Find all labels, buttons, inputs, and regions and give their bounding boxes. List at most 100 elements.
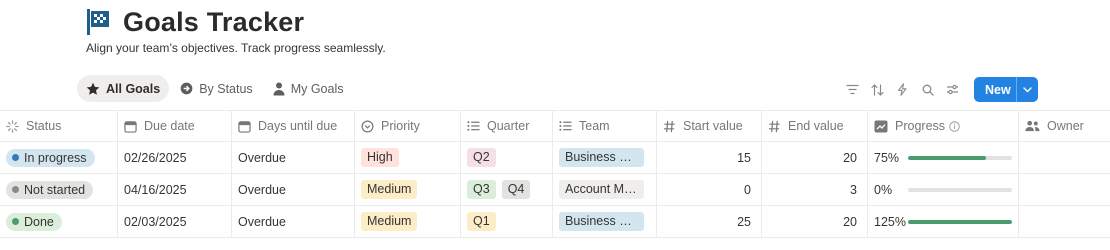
owner-cell[interactable]: [1019, 174, 1110, 205]
progress-fill: [907, 155, 986, 160]
status-spinner-icon: [6, 119, 19, 133]
goals-table: Status Due date Days until due Priority …: [0, 110, 1110, 238]
status-cell[interactable]: In progress: [0, 142, 118, 173]
end-value-cell[interactable]: 20: [762, 206, 868, 237]
start-value-cell[interactable]: 15: [657, 142, 762, 173]
priority-tag: High: [361, 148, 399, 167]
progress-bar: [907, 187, 1012, 192]
table-header: Status Due date Days until due Priority …: [0, 110, 1110, 142]
number-hash-icon: [663, 120, 675, 132]
info-icon[interactable]: [949, 120, 960, 132]
list-icon: [559, 121, 572, 131]
progress-bar: [907, 155, 1012, 160]
progress-text: 75%: [874, 150, 900, 165]
priority-cell[interactable]: Medium: [355, 206, 461, 237]
column-label: Start value: [683, 119, 743, 133]
new-button-label: New: [985, 82, 1011, 97]
quarter-cell[interactable]: Q2: [461, 142, 553, 173]
team-tag: Business Dev...: [559, 212, 644, 231]
column-label: Due date: [144, 119, 195, 133]
column-header-priority[interactable]: Priority: [355, 111, 461, 141]
days-until-due-cell[interactable]: Overdue: [232, 206, 355, 237]
page-subtitle: Align your team’s objectives. Track prog…: [86, 41, 386, 55]
column-label: Quarter: [487, 119, 530, 133]
end-value-cell[interactable]: 20: [762, 142, 868, 173]
team-cell[interactable]: Business Dev...: [553, 142, 657, 173]
quarter-cell[interactable]: Q3 Q4: [461, 174, 553, 205]
column-header-end-value[interactable]: End value: [762, 111, 868, 141]
team-cell[interactable]: Business Dev...: [553, 206, 657, 237]
status-cell[interactable]: Done: [0, 206, 118, 237]
sort-icon[interactable]: [865, 78, 890, 102]
table-row[interactable]: Done 02/03/2025 Overdue Medium Q1 Busine…: [0, 206, 1110, 238]
status-dot: [12, 154, 19, 161]
column-label: Owner: [1047, 119, 1084, 133]
calendar-icon: [124, 120, 137, 133]
page-header: Goals Tracker: [86, 4, 304, 40]
quarter-tag: Q2: [467, 148, 496, 167]
progress-cell[interactable]: 0%: [868, 174, 1019, 205]
table-row[interactable]: In progress 02/26/2025 Overdue High Q2 B…: [0, 142, 1110, 174]
progress-fill: [908, 219, 1012, 224]
days-until-due-cell[interactable]: Overdue: [232, 174, 355, 205]
column-header-days-until-due[interactable]: Days until due: [232, 111, 355, 141]
progress-text: 125%: [874, 214, 906, 229]
column-header-team[interactable]: Team: [553, 111, 657, 141]
chevron-down-icon[interactable]: [1016, 77, 1038, 102]
owner-cell[interactable]: [1019, 142, 1110, 173]
status-badge: Not started: [6, 180, 94, 199]
tab-by-status[interactable]: By Status: [171, 75, 262, 102]
status-cell[interactable]: Not started: [0, 174, 118, 205]
days-until-due-cell[interactable]: Overdue: [232, 142, 355, 173]
start-value-cell[interactable]: 0: [657, 174, 762, 205]
quarter-cell[interactable]: Q1: [461, 206, 553, 237]
end-value-cell[interactable]: 3: [762, 174, 868, 205]
column-header-owner[interactable]: Owner: [1019, 111, 1110, 141]
people-icon: [1025, 120, 1040, 132]
new-button[interactable]: New: [974, 77, 1038, 102]
tab-my-goals[interactable]: My Goals: [264, 75, 353, 102]
column-label: Priority: [381, 119, 420, 133]
column-header-quarter[interactable]: Quarter: [461, 111, 553, 141]
view-tabs: All Goals By Status My Goals: [77, 75, 354, 102]
tab-all-goals[interactable]: All Goals: [77, 75, 170, 102]
progress-cell[interactable]: 125%: [868, 206, 1019, 237]
column-header-due-date[interactable]: Due date: [118, 111, 232, 141]
column-label: Progress: [895, 119, 946, 133]
column-label: Team: [579, 119, 610, 133]
team-cell[interactable]: Account Ma...: [553, 174, 657, 205]
team-tag: Account Ma...: [559, 180, 644, 199]
tab-label: My Goals: [290, 81, 344, 96]
priority-cell[interactable]: High: [355, 142, 461, 173]
settings-sliders-icon[interactable]: [940, 78, 965, 102]
lightning-icon[interactable]: [890, 78, 915, 102]
progress-text: 0%: [874, 182, 893, 197]
start-value-cell[interactable]: 25: [657, 206, 762, 237]
calendar-icon: [238, 120, 251, 133]
person-icon: [273, 82, 285, 95]
status-dot: [12, 186, 19, 193]
column-header-progress[interactable]: Progress: [868, 111, 1019, 141]
status-label: Done: [24, 214, 54, 229]
select-circle-icon: [361, 120, 374, 132]
progress-bar: [908, 219, 1012, 224]
column-label: Days until due: [258, 119, 338, 133]
table-row[interactable]: Not started 04/16/2025 Overdue Medium Q3…: [0, 174, 1110, 206]
column-header-status[interactable]: Status: [0, 111, 118, 141]
team-tag: Business Dev...: [559, 148, 644, 167]
status-label: Not started: [24, 182, 86, 197]
chart-icon: [874, 120, 888, 132]
progress-cell[interactable]: 75%: [868, 142, 1019, 173]
column-header-start-value[interactable]: Start value: [657, 111, 762, 141]
due-date-cell[interactable]: 02/26/2025: [118, 142, 232, 173]
filter-icon[interactable]: [840, 78, 865, 102]
priority-cell[interactable]: Medium: [355, 174, 461, 205]
checkered-flag-icon: [87, 9, 109, 35]
search-icon[interactable]: [915, 78, 940, 102]
due-date-cell[interactable]: 02/03/2025: [118, 206, 232, 237]
page-title: Goals Tracker: [123, 6, 305, 37]
priority-tag: Medium: [361, 180, 418, 199]
quarter-tag: Q3: [467, 180, 496, 199]
due-date-cell[interactable]: 04/16/2025: [118, 174, 232, 205]
owner-cell[interactable]: [1019, 206, 1110, 237]
